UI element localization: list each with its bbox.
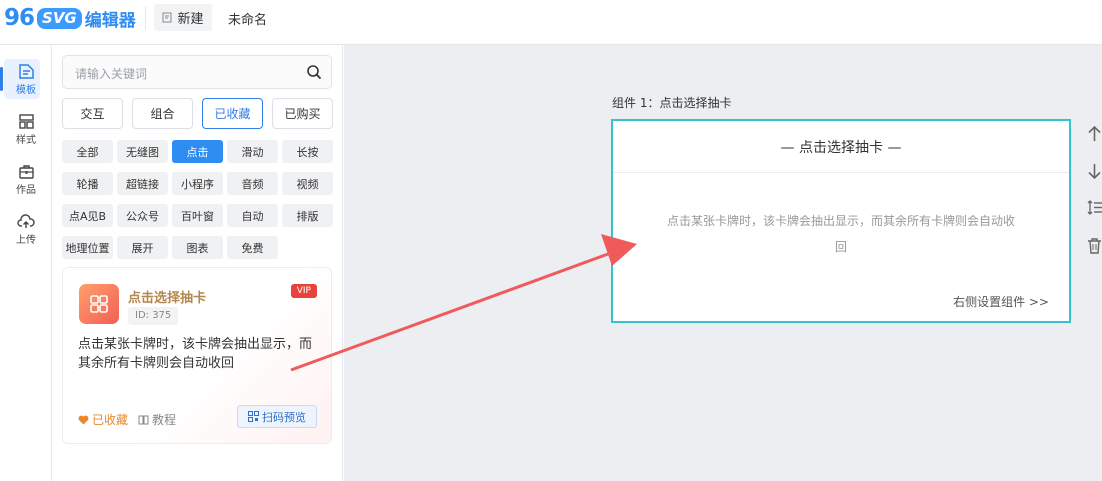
search-box[interactable]: 请输入关键词: [62, 55, 332, 89]
card-footer: 已收藏 教程 扫码预览: [78, 405, 318, 429]
logo-text: 编辑器: [84, 10, 136, 31]
move-up-icon[interactable]: [1087, 125, 1102, 145]
search-input[interactable]: 请输入关键词: [75, 65, 147, 82]
tag-layout[interactable]: 排版: [282, 204, 333, 227]
nav-label: 上传: [16, 234, 36, 246]
tag-click-a-see-b[interactable]: 点A见B: [62, 204, 113, 227]
nav-item-styles[interactable]: 样式: [0, 109, 52, 149]
component-description-line: 回: [834, 240, 847, 254]
qr-preview-button[interactable]: 扫码预览: [237, 405, 317, 428]
tag-auto[interactable]: 自动: [227, 204, 278, 227]
cloud-upload-icon: [17, 213, 35, 228]
line-spacing-icon[interactable]: [1087, 199, 1102, 219]
tutorial-link[interactable]: 教程: [138, 411, 176, 428]
category-tabs: 交互 组合 已收藏 已购买: [62, 98, 333, 130]
component-label: 组件 1：点击选择抽卡: [612, 96, 732, 110]
new-button-label: 新建: [177, 12, 204, 27]
grid-icon: [79, 284, 119, 324]
tag-free[interactable]: 免费: [227, 236, 278, 259]
component-settings-link[interactable]: 右侧设置组件 >>: [953, 293, 1049, 310]
tab-combo[interactable]: 组合: [132, 98, 193, 129]
nav-item-upload[interactable]: 上传: [0, 209, 52, 249]
new-button[interactable]: 新建: [154, 4, 212, 31]
left-nav: 模板 样式 作品 上传: [0, 45, 52, 481]
logo-number: 96: [4, 5, 35, 31]
tag-chart[interactable]: 图表: [172, 236, 223, 259]
book-icon: [138, 415, 149, 424]
component-description-line: 点击某张卡牌时，该卡牌会抽出显示，而其余所有卡牌则会自动收: [666, 214, 1015, 228]
editor-canvas: 组件 1：点击选择抽卡 — 点击选择抽卡 — 点击某张卡牌时，该卡牌会抽出显示，…: [344, 45, 1102, 481]
card-title: 点击选择抽卡: [128, 291, 207, 306]
nav-label: 作品: [16, 184, 36, 196]
template-icon: [18, 63, 34, 79]
tab-favorites[interactable]: 已收藏: [202, 98, 263, 129]
card-description: 点击某张卡牌时，该卡牌会抽出显示，而其余所有卡牌则会自动收回: [78, 337, 313, 371]
tab-purchased[interactable]: 已购买: [272, 98, 333, 129]
nav-item-works[interactable]: 作品: [0, 159, 52, 199]
tag-long-press[interactable]: 长按: [282, 140, 333, 163]
template-panel: 请输入关键词 交互 组合 已收藏 已购买 全部 无缝图 点击 滑动 长按 轮播 …: [53, 45, 343, 481]
tag-audio[interactable]: 音频: [227, 172, 278, 195]
nav-item-templates[interactable]: 模板: [0, 59, 52, 99]
component-preview[interactable]: — 点击选择抽卡 — 点击某张卡牌时，该卡牌会抽出显示，而其余所有卡牌则会自动收…: [611, 119, 1071, 323]
logo[interactable]: 96 SVG 编辑器: [4, 4, 136, 32]
tag-all[interactable]: 全部: [62, 140, 113, 163]
divider: [145, 6, 146, 30]
tag-slide[interactable]: 滑动: [227, 140, 278, 163]
tag-seamless[interactable]: 无缝图: [117, 140, 168, 163]
tag-expand[interactable]: 展开: [117, 236, 168, 259]
nav-label: 模板: [16, 84, 36, 96]
tag-blinds[interactable]: 百叶窗: [172, 204, 223, 227]
tag-click[interactable]: 点击: [172, 140, 223, 163]
top-bar: 96 SVG 编辑器 新建 未命名: [0, 0, 1102, 45]
vip-badge: VIP: [290, 284, 317, 298]
move-down-icon[interactable]: [1087, 163, 1102, 183]
qr-preview-label: 扫码预览: [262, 410, 306, 424]
favorite-button[interactable]: 已收藏: [78, 411, 128, 428]
briefcase-icon: [18, 164, 34, 179]
new-doc-icon: [162, 12, 172, 23]
style-icon: [18, 113, 34, 129]
card-id: ID: 375: [128, 307, 179, 325]
component-description: 点击某张卡牌时，该卡牌会抽出显示，而其余所有卡牌则会自动收 回: [633, 208, 1049, 260]
favorite-label: 已收藏: [92, 413, 129, 427]
tab-interactive[interactable]: 交互: [62, 98, 123, 129]
nav-label: 样式: [16, 134, 36, 146]
tag-location[interactable]: 地理位置: [62, 236, 113, 259]
logo-svg-badge: SVG: [37, 7, 82, 29]
tag-hyperlink[interactable]: 超链接: [117, 172, 168, 195]
delete-icon[interactable]: [1087, 237, 1102, 257]
tag-mini-program[interactable]: 小程序: [172, 172, 223, 195]
template-card[interactable]: 点击选择抽卡 ID: 375 VIP 点击某张卡牌时，该卡牌会抽出显示，而其余所…: [62, 267, 332, 444]
component-title: — 点击选择抽卡 —: [613, 121, 1069, 173]
heart-icon: [78, 415, 89, 424]
tutorial-label: 教程: [152, 413, 177, 427]
tag-video[interactable]: 视频: [282, 172, 333, 195]
tag-official-account[interactable]: 公众号: [117, 204, 168, 227]
document-title[interactable]: 未命名: [228, 9, 267, 28]
tag-carousel[interactable]: 轮播: [62, 172, 113, 195]
qr-code-icon: [248, 411, 259, 422]
search-icon[interactable]: [306, 64, 322, 80]
